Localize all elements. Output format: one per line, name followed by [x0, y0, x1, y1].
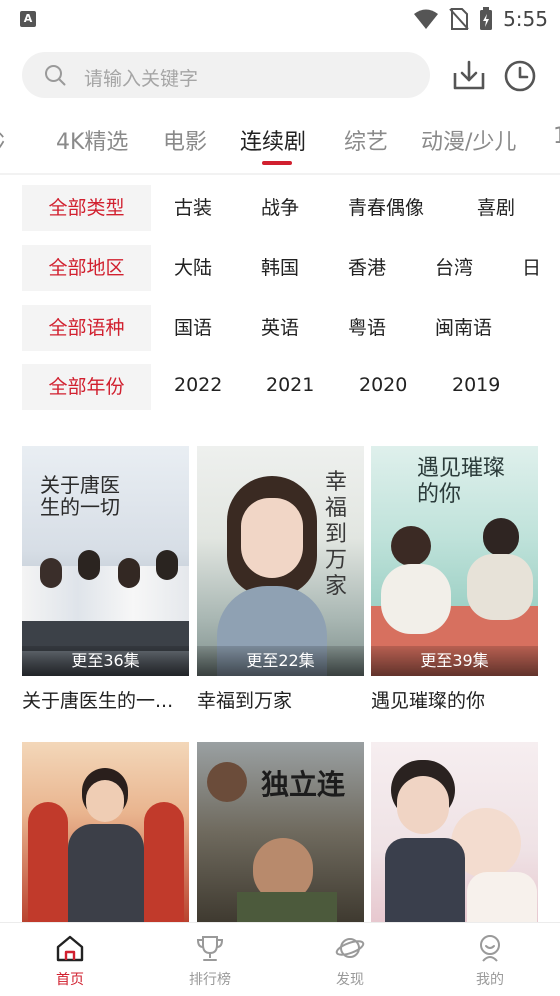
- app-notification-icon: A: [20, 11, 36, 27]
- poster-thumbnail[interactable]: 幸福到万家 更至22集: [197, 446, 364, 676]
- tab-movies[interactable]: 电影: [163, 124, 207, 156]
- poster-title-text: 遇见璀璨的你: [417, 456, 506, 507]
- filter-option[interactable]: 喜剧: [477, 185, 515, 231]
- history-clock-icon[interactable]: [503, 59, 537, 93]
- battery-charging-icon: [480, 7, 493, 30]
- filter-option[interactable]: 香港: [348, 245, 386, 291]
- filter-option[interactable]: 粤语: [348, 305, 386, 351]
- video-card[interactable]: 独立连: [197, 742, 364, 922]
- filter-option[interactable]: 大陆: [174, 245, 212, 291]
- poster-title-text: 幸福到万家: [325, 470, 348, 599]
- video-card[interactable]: [371, 742, 538, 922]
- video-card[interactable]: 幸福到万家 更至22集 幸福到万家: [197, 446, 364, 713]
- video-card[interactable]: 关于唐医生的一切 更至36集 关于唐医生的一...: [22, 446, 189, 713]
- download-icon[interactable]: [452, 59, 486, 91]
- filter-option[interactable]: 2022: [174, 362, 222, 408]
- filter-option[interactable]: 青春偶像: [348, 185, 424, 231]
- poster-thumbnail[interactable]: 遇见璀璨的你 更至39集: [371, 446, 538, 676]
- tab-partial-right[interactable]: 1: [553, 124, 560, 149]
- planet-icon: [335, 938, 365, 958]
- card-title[interactable]: 关于唐医生的一...: [22, 686, 189, 713]
- episode-badge: 更至39集: [371, 646, 538, 676]
- tab-variety[interactable]: 综艺: [344, 124, 388, 156]
- nav-profile-label: 我的: [476, 972, 504, 988]
- episode-badge: 更至36集: [22, 646, 189, 676]
- search-row: 请输入关键字: [0, 50, 560, 100]
- wifi-icon: [414, 9, 439, 29]
- nav-discover[interactable]: 发现: [280, 923, 420, 996]
- video-card[interactable]: 遇见璀璨的你 更至39集 遇见璀璨的你: [371, 446, 538, 713]
- nav-discover-label: 发现: [336, 972, 364, 988]
- filter-option[interactable]: 英语: [261, 305, 299, 351]
- filter-option[interactable]: 古装: [174, 185, 212, 231]
- filter-option[interactable]: 战争: [261, 185, 299, 231]
- divider: [0, 173, 560, 175]
- filter-option[interactable]: 韩国: [261, 245, 299, 291]
- category-tabs: 冫 4K精选 电影 连续剧 综艺 动漫/少儿 1: [0, 112, 560, 172]
- poster-thumbnail[interactable]: 关于唐医生的一切 更至36集: [22, 446, 189, 676]
- filter-all-language[interactable]: 全部语种: [22, 305, 151, 351]
- tab-series[interactable]: 连续剧: [240, 124, 306, 156]
- no-sim-icon: [449, 8, 469, 30]
- home-icon: [56, 935, 84, 962]
- poster-title-text: 关于唐医生的一切: [40, 473, 120, 519]
- status-time: 5:55: [503, 7, 548, 31]
- poster-thumbnail[interactable]: [22, 742, 189, 922]
- trophy-icon: [196, 936, 224, 961]
- nav-ranking[interactable]: 排行榜: [140, 923, 280, 996]
- nav-home-label: 首页: [56, 972, 84, 988]
- filter-option[interactable]: 2019: [452, 362, 500, 408]
- filter-all-region[interactable]: 全部地区: [22, 245, 151, 291]
- filter-row-language: 全部语种 国语 英语 粤语 闽南语: [0, 305, 560, 351]
- card-title[interactable]: 遇见璀璨的你: [371, 686, 538, 713]
- video-card[interactable]: [22, 742, 189, 922]
- nav-home[interactable]: 首页: [0, 923, 140, 996]
- search-placeholder: 请输入关键字: [84, 68, 199, 90]
- filter-option[interactable]: 2021: [266, 362, 314, 408]
- filter-row-region: 全部地区 大陆 韩国 香港 台湾 日: [0, 245, 560, 291]
- poster-thumbnail[interactable]: [371, 742, 538, 922]
- nav-profile[interactable]: 我的: [420, 923, 560, 996]
- filter-option[interactable]: 2020: [359, 362, 407, 408]
- filter-row-type: 全部类型 古装 战争 青春偶像 喜剧: [0, 185, 560, 231]
- search-icon: [45, 65, 66, 86]
- filter-option[interactable]: 国语: [174, 305, 212, 351]
- filter-all-type[interactable]: 全部类型: [22, 185, 151, 231]
- bottom-navigation: 首页 排行榜 发现 我的: [0, 922, 560, 996]
- status-bar: A 5:55: [0, 0, 560, 38]
- filter-option[interactable]: 闽南语: [435, 305, 492, 351]
- user-profile-icon: [480, 935, 500, 962]
- tab-anime-kids[interactable]: 动漫/少儿: [421, 124, 516, 156]
- filter-option[interactable]: 台湾: [435, 245, 473, 291]
- card-title[interactable]: 幸福到万家: [197, 686, 364, 713]
- status-indicators: 5:55: [413, 7, 548, 31]
- search-input[interactable]: 请输入关键字: [22, 52, 430, 98]
- nav-ranking-label: 排行榜: [189, 972, 231, 988]
- tab-partial-left[interactable]: 冫: [0, 124, 18, 156]
- filter-row-year: 全部年份 2022 2021 2020 2019: [0, 364, 560, 410]
- poster-thumbnail[interactable]: 独立连: [197, 742, 364, 922]
- poster-title-text: 独立连: [261, 768, 346, 801]
- filter-option[interactable]: 日: [522, 245, 541, 291]
- tab-4k[interactable]: 4K精选: [56, 124, 128, 156]
- episode-badge: 更至22集: [197, 646, 364, 676]
- filter-all-year[interactable]: 全部年份: [22, 364, 151, 410]
- active-tab-indicator: [262, 161, 292, 165]
